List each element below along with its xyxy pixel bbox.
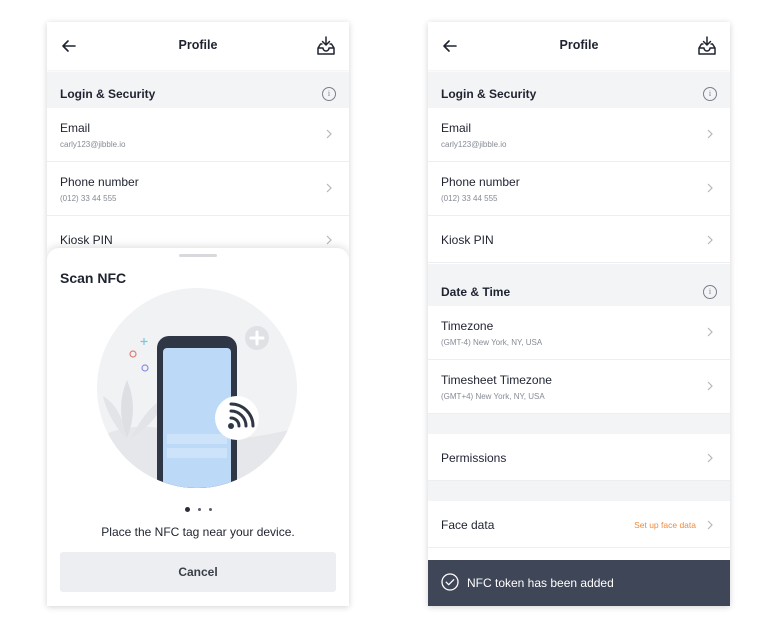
phone-number-row[interactable]: Phone number (012) 33 44 555 — [428, 162, 730, 216]
header-bar: Profile — [47, 22, 349, 70]
email-row[interactable]: Email carly123@jibble.io — [428, 108, 730, 162]
success-toast: NFC token has been added — [428, 560, 730, 606]
row-label: Phone number — [441, 175, 520, 189]
chevron-right-icon — [707, 235, 713, 245]
chevron-right-icon — [707, 381, 713, 391]
row-label: Kiosk PIN — [60, 233, 113, 247]
row-value: (012) 33 44 555 — [441, 194, 498, 203]
row-value: (012) 33 44 555 — [60, 194, 117, 203]
row-label: Timezone — [441, 319, 494, 333]
nfc-phone-illustration — [97, 288, 297, 488]
section-spacer — [428, 414, 730, 434]
section-spacer — [428, 481, 730, 501]
pager-dot[interactable] — [184, 507, 190, 513]
chevron-right-icon — [707, 129, 713, 139]
row-label: Kiosk PIN — [441, 233, 494, 247]
row-label: Face data — [441, 518, 495, 532]
drag-handle[interactable] — [179, 254, 217, 257]
email-row[interactable]: Email carly123@jibble.io — [47, 108, 349, 162]
chevron-right-icon — [326, 129, 332, 139]
login-security-section-header: Login & Security i — [428, 72, 730, 108]
section-title: Login & Security — [441, 87, 537, 101]
row-label: Email — [441, 121, 472, 135]
inbox-download-icon[interactable] — [696, 35, 718, 57]
sheet-title: Scan NFC — [60, 270, 127, 286]
row-value: (GMT-4) New York, NY, USA — [441, 338, 543, 347]
row-label: Phone number — [60, 175, 139, 189]
pager-dot[interactable] — [208, 508, 212, 512]
left-profile-screen: Profile Login & Security i Email carly12… — [47, 22, 349, 606]
header-bar: Profile — [428, 22, 730, 70]
right-profile-screen: Profile Login & Security i Email carly12… — [428, 22, 730, 606]
face-data-row[interactable]: Face data Set up face data — [428, 501, 730, 548]
timezone-row[interactable]: Timezone (GMT-4) New York, NY, USA — [428, 306, 730, 360]
phone-number-row[interactable]: Phone number (012) 33 44 555 — [47, 162, 349, 216]
row-label: Permissions — [441, 451, 507, 465]
pager-dots — [47, 501, 349, 519]
info-icon[interactable]: i — [322, 87, 336, 101]
chevron-right-icon — [326, 183, 332, 193]
kiosk-pin-row[interactable]: Kiosk PIN — [428, 216, 730, 263]
page-title: Profile — [178, 38, 218, 52]
row-label: Email — [60, 121, 91, 135]
sheet-message: Place the NFC tag near your device. — [101, 525, 295, 539]
row-value: carly123@jibble.io — [441, 140, 507, 149]
login-security-section-header: Login & Security i — [47, 72, 349, 108]
chevron-right-icon — [707, 183, 713, 193]
pager-dot[interactable] — [197, 508, 201, 512]
toast-message: NFC token has been added — [467, 576, 614, 590]
cancel-button[interactable]: Cancel — [60, 552, 336, 592]
scan-nfc-bottom-sheet: Scan NFC Place the NFC tag near your dev… — [47, 248, 349, 606]
check-circle-icon — [441, 573, 459, 591]
info-icon[interactable]: i — [703, 285, 717, 299]
section-title: Date & Time — [441, 285, 511, 299]
permissions-row[interactable]: Permissions — [428, 434, 730, 481]
date-time-section-header: Date & Time i — [428, 264, 730, 306]
chevron-right-icon — [707, 520, 713, 530]
setup-face-data-link[interactable]: Set up face data — [634, 520, 696, 530]
row-label: Timesheet Timezone — [441, 373, 552, 387]
chevron-right-icon — [326, 235, 332, 245]
page-title: Profile — [559, 38, 599, 52]
info-icon[interactable]: i — [703, 87, 717, 101]
chevron-right-icon — [707, 453, 713, 463]
timesheet-timezone-row[interactable]: Timesheet Timezone (GMT+4) New York, NY,… — [428, 360, 730, 414]
section-title: Login & Security — [60, 87, 156, 101]
row-value: carly123@jibble.io — [60, 140, 126, 149]
chevron-right-icon — [707, 327, 713, 337]
row-value: (GMT+4) New York, NY, USA — [441, 392, 545, 401]
inbox-download-icon[interactable] — [315, 35, 337, 57]
